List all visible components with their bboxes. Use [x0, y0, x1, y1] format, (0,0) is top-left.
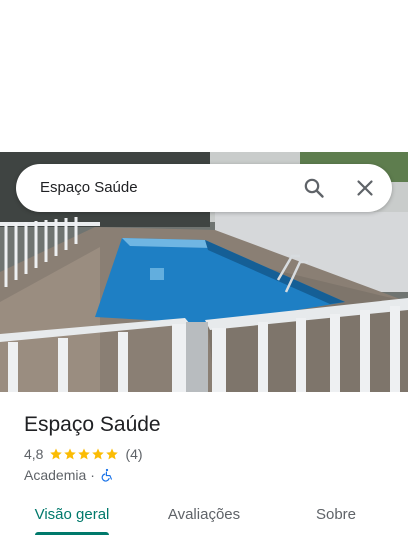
review-count[interactable]: (4) — [125, 446, 142, 462]
map-blank-area — [0, 0, 408, 152]
star-icon — [78, 448, 91, 460]
category-label: Academia — [24, 467, 87, 483]
separator-dot: · — [90, 467, 95, 483]
place-info-panel: Espaço Saúde 4,8 (4) Academia · Visão ge… — [0, 392, 408, 544]
star-icon — [50, 448, 63, 460]
star-icon — [64, 448, 77, 460]
category-row: Academia · — [24, 466, 114, 484]
tab-about[interactable]: Sobre — [286, 505, 386, 525]
star-icon — [92, 448, 105, 460]
rating-value: 4,8 — [24, 446, 44, 462]
search-input[interactable]: Espaço Saúde — [40, 178, 138, 198]
tab-overview[interactable]: Visão geral — [22, 505, 122, 525]
star-icon — [106, 448, 119, 460]
rating-row[interactable]: 4,8 (4) — [24, 445, 143, 463]
close-icon[interactable] — [353, 176, 377, 200]
search-icon[interactable] — [302, 176, 326, 200]
tab-reviews[interactable]: Avaliações — [154, 505, 254, 525]
star-rating — [49, 447, 119, 461]
place-title: Espaço Saúde — [24, 413, 161, 436]
active-tab-indicator — [35, 532, 109, 535]
search-bar[interactable]: Espaço Saúde — [16, 164, 392, 212]
tab-bar: Visão geral Avaliações Sobre — [0, 500, 408, 544]
wheelchair-icon — [101, 468, 112, 482]
